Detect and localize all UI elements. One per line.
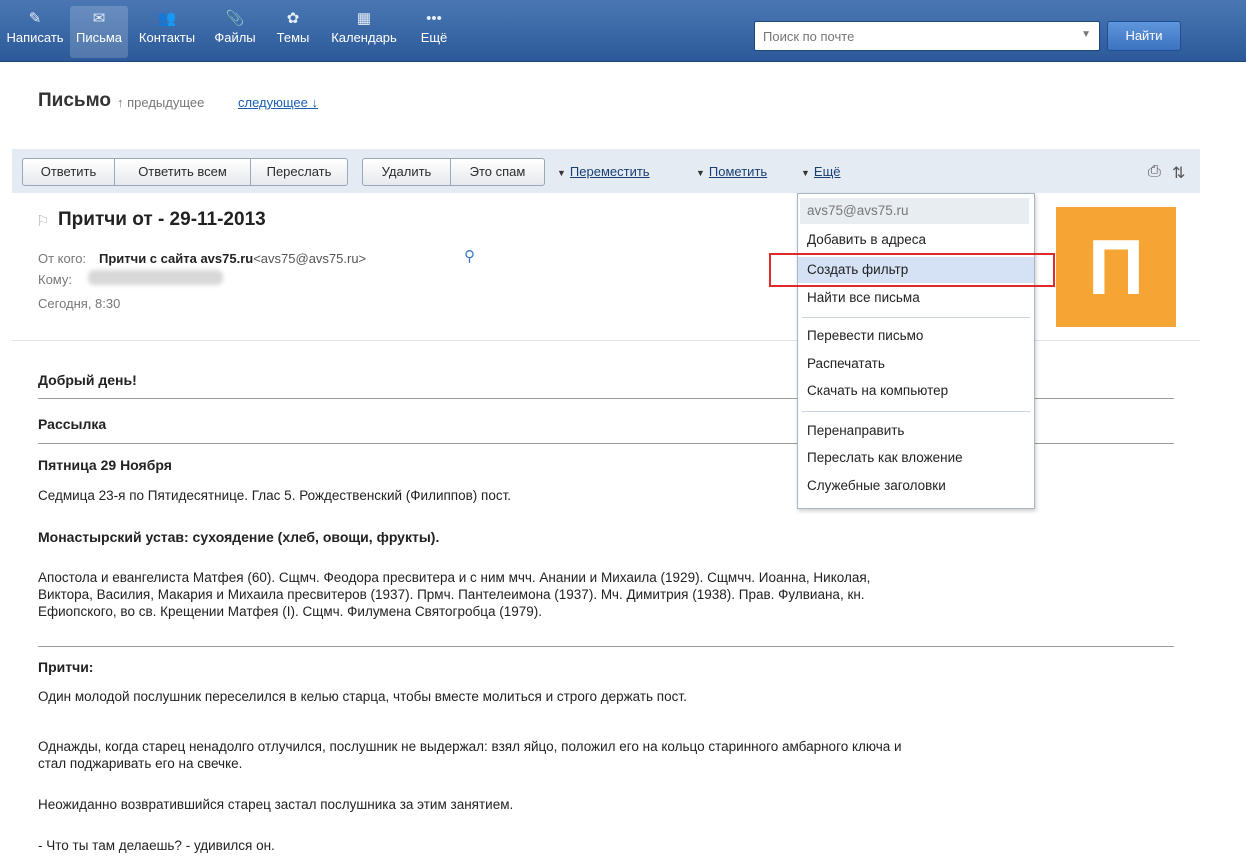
move-label: Переместить [569,164,650,179]
parables-heading: Притчи: [38,659,94,675]
reply-button[interactable]: Ответить [22,158,115,186]
themes-icon: ✿ [286,10,300,27]
nav-files-label: Файлы [214,30,256,45]
sender-avatar: П [1056,207,1176,327]
week-text: Седмица 23-я по Пятидесятнице. Глас 5. Р… [38,488,512,503]
mark-dropdown[interactable]: ▼ Пометить [696,164,767,179]
menu-separator [802,317,1030,318]
menu-sender-email: avs75@avs75.ru [800,198,1029,224]
parable-paragraph-1: Один молодой послушник переселился в кел… [38,689,687,704]
pencil-icon: ✎ [28,10,42,27]
nav-compose-label: Написать [6,30,64,45]
more-dots-icon: ••• [426,10,442,27]
delete-button[interactable]: Удалить [362,158,451,186]
divider [38,646,1174,647]
parable-paragraph-3: Неожиданно возвратившийся старец застал … [38,797,514,812]
page-title: Письмо [38,90,111,111]
monastic-rule: Монастырский устав: сухоядение (хлеб, ов… [38,529,440,545]
dropdown-arrow-icon: ▼ [801,168,810,178]
forward-button[interactable]: Переслать [250,158,348,186]
reply-all-button[interactable]: Ответить всем [114,158,251,186]
menu-item-redirect[interactable]: Перенаправить [798,418,1034,444]
saints-line-3: Ефиопского, во св. Крещении Матфея (I). … [38,604,542,619]
menu-item-service-headers[interactable]: Служебные заголовки [798,473,1034,499]
message-subject: Притчи от - 29-11-2013 [58,209,266,230]
top-navigation-bar: ✎ Написать ✉ Письма 👥 Контакты 📎 Файлы ✿… [0,0,1246,62]
saints-line-1: Апостола и евангелиста Матфея (60). Сщмч… [38,570,871,585]
more-dropdown[interactable]: ▼ Ещё [801,164,841,179]
sender-address: <avs75@avs75.ru> [253,251,367,266]
from-label: От кого: [38,251,87,266]
section-heading: Рассылка [38,416,107,432]
more-actions-menu: avs75@avs75.ru Добавить в адреса Создать… [797,193,1035,509]
message-toolbar: Ответить Ответить всем Переслать Удалить… [12,149,1200,193]
menu-item-forward-as-attachment[interactable]: Переслать как вложение [798,445,1034,471]
nav-files[interactable]: 📎 Файлы [206,8,264,56]
sender-name: Притчи с сайта avs75.ru [99,251,254,266]
menu-item-add-to-contacts[interactable]: Добавить в адреса [798,227,1034,253]
dropdown-arrow-icon: ▼ [696,168,705,178]
flag-icon[interactable]: ⚐ [36,212,49,230]
search-sender-icon[interactable]: ⚲ [464,247,475,265]
menu-item-find-all-letters[interactable]: Найти все письма [798,285,1034,311]
recipient-blurred [88,270,223,285]
dropdown-arrow-icon: ▼ [557,168,566,178]
paperclip-icon: 📎 [225,10,245,27]
menu-item-translate[interactable]: Перевести письмо [798,323,1034,349]
next-message-link[interactable]: следующее ↓ [238,95,318,110]
greeting: Добрый день! [38,372,137,388]
search-input[interactable] [755,22,1065,50]
calendar-icon: ▦ [356,10,372,27]
mark-label: Пометить [708,164,768,179]
nav-themes-label: Темы [276,30,310,45]
move-dropdown[interactable]: ▼ Переместить [557,164,650,179]
to-label: Кому: [38,272,72,287]
menu-item-download[interactable]: Скачать на компьютер [798,378,1034,404]
saints-line-2: Виктора, Василия, Макария и Михаила прес… [38,587,865,602]
nav-calendar[interactable]: ▦ Календарь [322,8,406,56]
search-button[interactable]: Найти [1107,21,1181,51]
nav-more[interactable]: ••• Ещё [412,8,456,56]
menu-item-print[interactable]: Распечатать [798,351,1034,377]
search-field[interactable]: ▼ [754,21,1100,51]
sender[interactable]: Притчи с сайта avs75.ru<avs75@avs75.ru> [99,251,366,266]
highlight-annotation-box [769,253,1055,287]
nav-calendar-label: Календарь [331,30,397,45]
parable-paragraph-2-line-1: Однажды, когда старец ненадолго отлучилс… [38,739,902,754]
envelope-icon: ✉ [92,10,106,27]
menu-separator [802,411,1030,412]
nav-letters-label: Письма [75,30,123,45]
print-icon[interactable]: ⎙ [1148,163,1161,181]
translate-icon[interactable]: ⇅ [1172,163,1185,183]
more-label: Ещё [813,164,841,179]
contacts-icon: 👥 [157,10,177,27]
nav-more-label: Ещё [420,30,448,45]
nav-compose[interactable]: ✎ Написать [4,8,66,56]
nav-themes[interactable]: ✿ Темы [268,8,318,56]
nav-contacts[interactable]: 👥 Контакты [130,8,204,56]
parable-paragraph-2-line-2: стал поджаривать его на свечке. [38,756,243,771]
nav-letters[interactable]: ✉ Письма [70,6,128,58]
spam-button[interactable]: Это спам [450,158,545,186]
parable-paragraph-4: - Что ты там делаешь? - удивился он. [38,838,275,853]
day-heading: Пятница 29 Ноября [38,457,172,473]
search-dropdown-icon[interactable]: ▼ [1081,29,1091,40]
nav-contacts-label: Контакты [138,30,196,45]
message-date: Сегодня, 8:30 [38,296,121,311]
previous-message-link[interactable]: ↑ предыдущее [117,95,204,110]
